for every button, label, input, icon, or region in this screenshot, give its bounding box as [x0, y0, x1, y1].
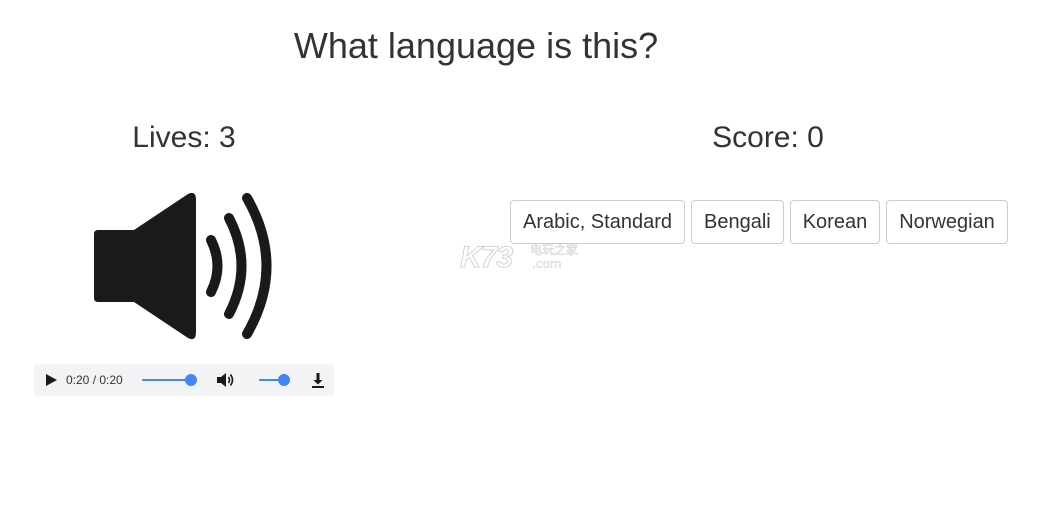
watermark-chinese: 电玩之家	[530, 243, 579, 258]
speaker-icon	[94, 192, 272, 340]
option-button-norwegian[interactable]: Norwegian	[886, 200, 1008, 244]
download-icon[interactable]	[308, 370, 328, 390]
play-icon[interactable]	[44, 373, 58, 387]
watermark-logo: K73 电玩之家 .com	[459, 241, 590, 275]
option-button-korean[interactable]: Korean	[789, 200, 881, 244]
audio-player[interactable]: 0:20 / 0:20	[34, 364, 334, 396]
progress-thumb[interactable]	[185, 374, 197, 386]
lives-counter: Lives: 3	[132, 121, 236, 154]
watermark-brand: K73	[459, 241, 513, 274]
option-button-arabic[interactable]: Arabic, Standard	[510, 200, 685, 244]
volume-thumb[interactable]	[278, 374, 290, 386]
page-title: What language is this?	[293, 25, 659, 66]
option-button-bengali[interactable]: Bengali	[690, 200, 784, 244]
watermark-domain: .com	[532, 257, 562, 272]
time-display: 0:20 / 0:20	[66, 373, 123, 387]
score-counter: Score: 0	[712, 121, 824, 154]
answer-options: Arabic, Standard Bengali Korean Norwegia…	[510, 200, 1008, 244]
volume-icon[interactable]	[215, 370, 235, 390]
